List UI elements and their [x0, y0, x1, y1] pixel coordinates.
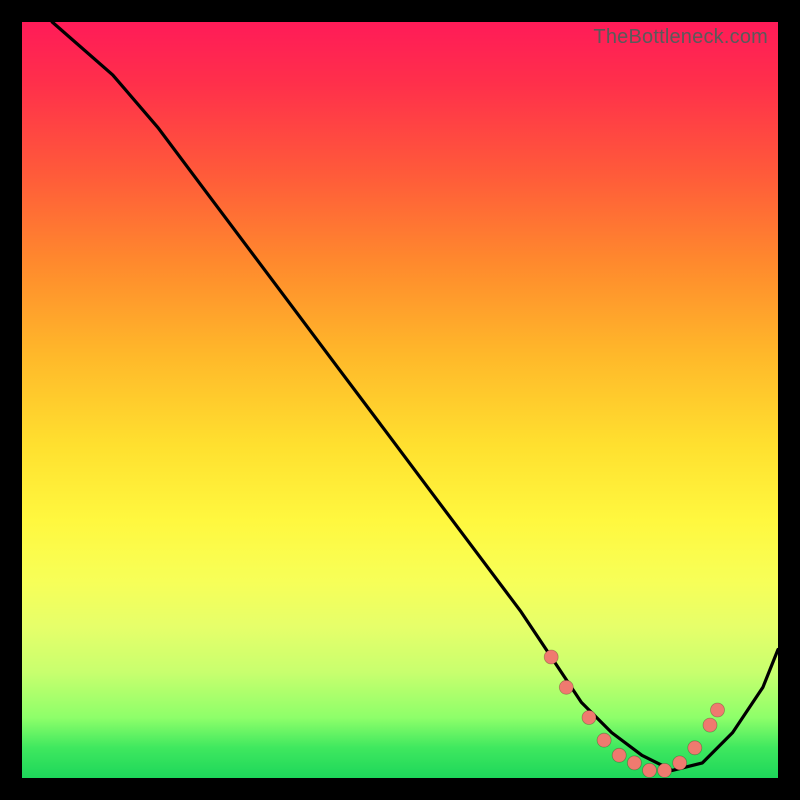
markers-group — [544, 650, 724, 777]
marker-dot — [627, 756, 641, 770]
marker-dot — [582, 711, 596, 725]
marker-dot — [703, 718, 717, 732]
curve-path — [52, 22, 778, 770]
chart-svg — [22, 22, 778, 778]
marker-dot — [597, 733, 611, 747]
marker-dot — [673, 756, 687, 770]
marker-dot — [711, 703, 725, 717]
marker-dot — [643, 763, 657, 777]
chart-frame: TheBottleneck.com — [0, 0, 800, 800]
marker-dot — [559, 680, 573, 694]
marker-dot — [658, 763, 672, 777]
marker-dot — [612, 748, 626, 762]
marker-dot — [688, 741, 702, 755]
plot-area: TheBottleneck.com — [22, 22, 778, 778]
marker-dot — [544, 650, 558, 664]
